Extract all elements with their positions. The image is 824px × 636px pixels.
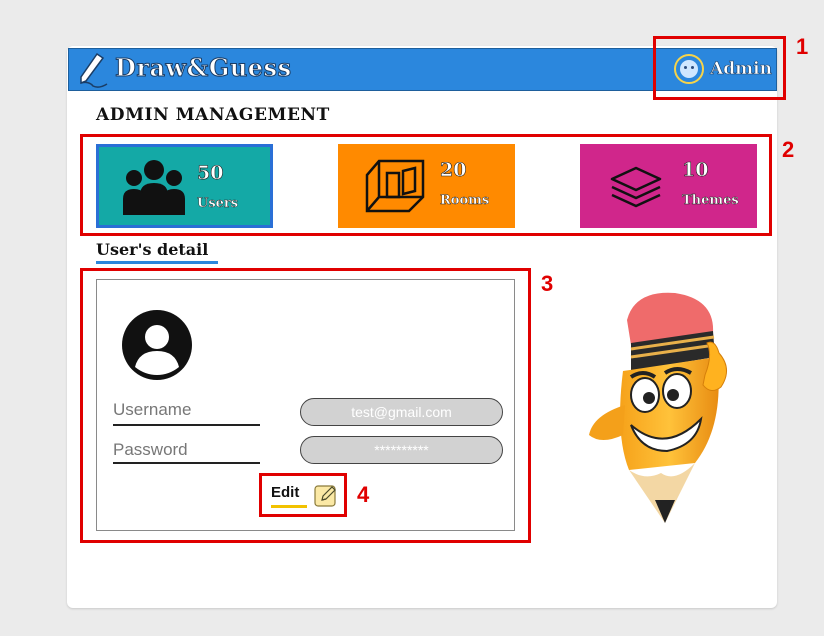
user-detail-heading: User's detail bbox=[96, 240, 209, 259]
annotation-number-2: 2 bbox=[782, 137, 795, 162]
annotation-number-1: 1 bbox=[796, 34, 809, 59]
annotation-box-4 bbox=[259, 473, 347, 517]
annotation-number-4: 4 bbox=[357, 482, 370, 507]
heading-underline bbox=[96, 261, 218, 264]
annotation-box-2 bbox=[80, 134, 772, 236]
page-title: ADMIN MANAGEMENT bbox=[96, 105, 330, 125]
pencil-mascot-image bbox=[589, 292, 727, 523]
annotation-box-1 bbox=[653, 36, 786, 100]
app-title[interactable]: Draw&Guess bbox=[115, 53, 292, 83]
pencil-logo-icon bbox=[80, 52, 108, 88]
annotation-number-3: 3 bbox=[541, 271, 554, 296]
